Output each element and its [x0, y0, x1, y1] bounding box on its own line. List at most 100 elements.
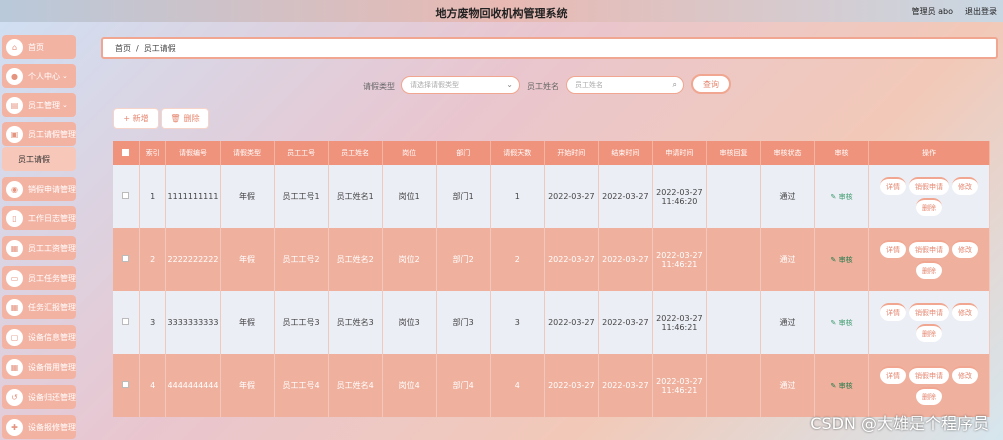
edit-button[interactable]: 修改	[952, 366, 979, 384]
edit-button[interactable]: 修改	[952, 303, 979, 321]
sidebar-item-label: 员工任务管理	[28, 273, 76, 283]
column-header: 审核回复	[706, 141, 761, 165]
cell-status: 通过	[760, 354, 816, 417]
column-header: 开始时间	[544, 141, 599, 165]
employee-name-label: 员工姓名	[527, 82, 559, 91]
document-icon: ▯	[6, 209, 23, 227]
row-checkbox[interactable]	[122, 318, 130, 325]
sidebar-item-salary[interactable]: ▦ 员工工资管理	[2, 236, 76, 260]
detail-button[interactable]: 详情	[880, 366, 907, 384]
location-icon: ◉	[6, 180, 23, 198]
row-select-cell	[113, 165, 140, 228]
add-button[interactable]: + 新增	[113, 108, 159, 129]
breadcrumb-home[interactable]: 首页	[115, 43, 131, 54]
user-icon: ●	[6, 67, 23, 85]
audit-link[interactable]: ✎ 审核	[831, 256, 853, 264]
cell-reply	[706, 228, 761, 291]
sidebar-item-repair[interactable]: ✚ 设备报修管理	[2, 415, 76, 439]
app-title: 地方废物回收机构管理系统	[435, 7, 568, 20]
edit-button[interactable]: 修改	[952, 177, 979, 195]
breadcrumb-separator: /	[136, 43, 139, 53]
sidebar-item-home[interactable]: ⌂ 首页	[2, 35, 76, 59]
cancel-leave-button[interactable]: 销假申请	[909, 240, 950, 258]
sidebar-item-cancel-leave[interactable]: ◉ 销假申请管理	[2, 177, 76, 201]
column-header: 员工工号	[274, 141, 329, 165]
sidebar-item-label: 设备信息管理	[28, 332, 76, 342]
cancel-leave-button[interactable]: 销假申请	[909, 303, 950, 321]
cell-days: 4	[490, 354, 545, 417]
sidebar-item-label: 设备报修管理	[28, 422, 76, 432]
edit-button[interactable]: 修改	[952, 240, 979, 258]
cancel-leave-button[interactable]: 销假申请	[909, 366, 950, 384]
detail-button[interactable]: 详情	[880, 303, 907, 321]
column-header: 审核状态	[760, 141, 816, 165]
cell-actions: 详情 销假申请 修改 删除	[868, 165, 990, 228]
detail-button[interactable]: 详情	[880, 177, 907, 195]
cell-emp-name: 员工姓名1	[328, 165, 383, 228]
cell-days: 2	[490, 228, 545, 291]
table-row: 2 2222222222 年假 员工工号2 员工姓名2 岗位2 部门2 2 20…	[113, 228, 990, 291]
delete-button[interactable]: 删除	[916, 198, 943, 216]
detail-button[interactable]: 详情	[880, 240, 907, 258]
cell-start: 2022-03-27	[544, 165, 599, 228]
search-bar: 请假类型 请选择请假类型 ⌄ 员工姓名 员工姓名 ⌕ 查询	[101, 74, 998, 96]
home-icon: ⌂	[6, 38, 23, 56]
cell-type: 年假	[220, 354, 275, 417]
cell-apply: 2022-03-27 11:46:21	[652, 291, 707, 354]
batch-delete-button[interactable]: 🗑 删除	[161, 108, 209, 129]
select-all-header[interactable]	[113, 141, 140, 165]
breadcrumb: 首页 / 员工请假	[101, 37, 998, 59]
cell-emp-name: 员工姓名4	[328, 354, 383, 417]
audit-link[interactable]: ✎ 审核	[831, 382, 853, 390]
sidebar-item-worklog[interactable]: ▯ 工作日志管理	[2, 206, 76, 230]
row-checkbox[interactable]	[122, 192, 130, 199]
cell-post: 岗位2	[382, 228, 437, 291]
sidebar-item-label: 任务汇报管理	[28, 302, 76, 312]
row-checkbox[interactable]	[122, 255, 130, 262]
row-checkbox[interactable]	[122, 381, 130, 388]
employee-name-input[interactable]: 员工姓名 ⌕	[566, 76, 684, 94]
chevron-down-icon: ⌄	[62, 101, 68, 109]
delete-button[interactable]: 删除	[916, 324, 943, 342]
audit-link[interactable]: ✎ 审核	[831, 319, 853, 327]
sidebar-item-label: 个人中心	[28, 71, 60, 81]
leave-table: 索引 请假编号 请假类型 员工工号 员工姓名 岗位 部门 请假天数 开始时间 结…	[113, 141, 990, 417]
wrench-icon: ✚	[6, 418, 23, 436]
cell-emp-no: 员工工号2	[274, 228, 329, 291]
employee-name-placeholder: 员工姓名	[575, 81, 603, 89]
delete-button[interactable]: 删除	[916, 387, 943, 405]
sidebar-item-label: 首页	[28, 42, 44, 52]
watermark: CSDN @大雄是个程序员	[810, 414, 989, 433]
cell-index: 3	[139, 291, 167, 354]
sidebar-item-devices[interactable]: ▢ 设备信息管理	[2, 325, 76, 349]
table-row: 1 1111111111 年假 员工工号1 员工姓名1 岗位1 部门1 1 20…	[113, 165, 990, 228]
cell-end: 2022-03-27	[598, 354, 653, 417]
sidebar-item-leave[interactable]: 员工请假	[2, 147, 76, 171]
query-button[interactable]: 查询	[691, 74, 731, 94]
sidebar-item-staff[interactable]: ▤ 员工管理 ⌄	[2, 93, 76, 117]
select-all-checkbox[interactable]	[122, 148, 130, 156]
logout-link[interactable]: 退出登录	[965, 6, 997, 17]
sidebar-item-borrow[interactable]: ▦ 设备借用管理	[2, 355, 76, 379]
sidebar-item-profile[interactable]: ● 个人中心 ⌄	[2, 64, 76, 88]
delete-button[interactable]: 删除	[916, 261, 943, 279]
column-header: 索引	[139, 141, 167, 165]
top-bar: 地方废物回收机构管理系统 管理员 abo 退出登录	[0, 0, 1003, 22]
cell-post: 岗位3	[382, 291, 437, 354]
main-content: 首页 / 员工请假 请假类型 请选择请假类型 ⌄ 员工姓名 员工姓名 ⌕ 查询 …	[101, 37, 998, 440]
return-icon: ↺	[6, 388, 23, 406]
leave-type-select[interactable]: 请选择请假类型 ⌄	[401, 76, 520, 94]
sidebar-item-leave-manage[interactable]: ▣ 员工请假管理	[2, 122, 76, 146]
sidebar-item-return[interactable]: ↺ 设备归还管理	[2, 385, 76, 409]
sidebar-item-label: 工作日志管理	[28, 213, 76, 223]
cancel-leave-button[interactable]: 销假申请	[909, 177, 950, 195]
sidebar-item-reports[interactable]: ▦ 任务汇报管理	[2, 295, 76, 319]
sidebar-item-tasks[interactable]: ▭ 员工任务管理	[2, 266, 76, 290]
column-header: 操作	[868, 141, 990, 165]
cell-dept: 部门2	[436, 228, 491, 291]
cell-actions: 详情 销假申请 修改 删除	[868, 291, 990, 354]
search-icon: ⌕	[672, 80, 677, 89]
column-header: 员工姓名	[328, 141, 383, 165]
device-icon: ▢	[6, 328, 23, 346]
audit-link[interactable]: ✎ 审核	[831, 193, 853, 201]
